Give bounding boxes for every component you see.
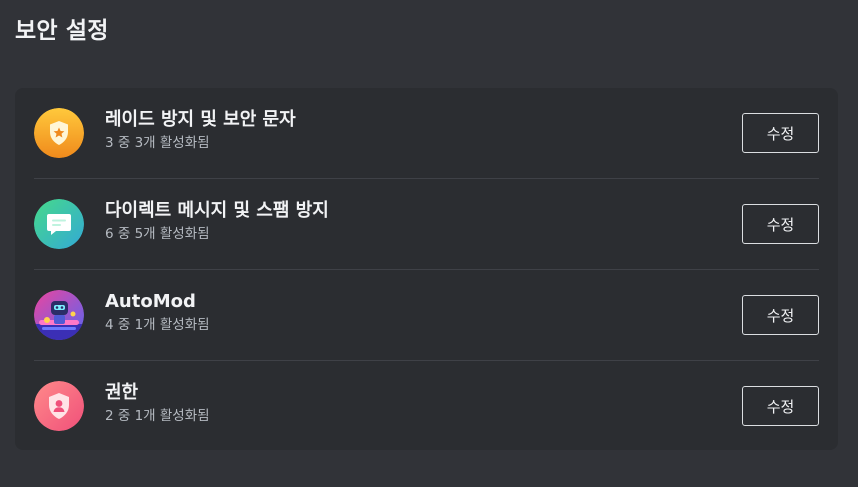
shield-user-icon (34, 381, 84, 431)
shield-star-icon (34, 108, 84, 158)
setting-title: AutoMod (105, 291, 196, 312)
setting-title: 권한 (105, 382, 139, 403)
setting-title: 레이드 방지 및 보안 문자 (105, 109, 296, 130)
setting-status: 6 중 5개 활성화됨 (105, 226, 210, 242)
edit-raid-protection-button[interactable]: 수정 (742, 113, 819, 153)
setting-status: 2 중 1개 활성화됨 (105, 408, 210, 424)
automod-robot-icon (34, 290, 84, 340)
page-title: 보안 설정 (15, 18, 109, 44)
security-settings-card: 레이드 방지 및 보안 문자 3 중 3개 활성화됨 수정 다이렉트 메시지 및… (15, 88, 838, 450)
chat-bubble-icon (34, 199, 84, 249)
security-settings-page: 보안 설정 레이드 방지 및 보안 문자 3 중 3개 활성화됨 수정 다이렉트… (0, 0, 858, 487)
setting-row-dm-spam: 다이렉트 메시지 및 스팸 방지 6 중 5개 활성화됨 수정 (34, 179, 819, 270)
edit-dm-spam-button[interactable]: 수정 (742, 204, 819, 244)
setting-row-raid-protection: 레이드 방지 및 보안 문자 3 중 3개 활성화됨 수정 (34, 88, 819, 179)
setting-status: 4 중 1개 활성화됨 (105, 317, 210, 333)
setting-status: 3 중 3개 활성화됨 (105, 135, 210, 151)
edit-automod-button[interactable]: 수정 (742, 295, 819, 335)
setting-row-automod: AutoMod 4 중 1개 활성화됨 수정 (34, 270, 819, 361)
setting-title: 다이렉트 메시지 및 스팸 방지 (105, 200, 329, 221)
setting-row-permissions: 권한 2 중 1개 활성화됨 수정 (34, 361, 819, 452)
edit-permissions-button[interactable]: 수정 (742, 386, 819, 426)
